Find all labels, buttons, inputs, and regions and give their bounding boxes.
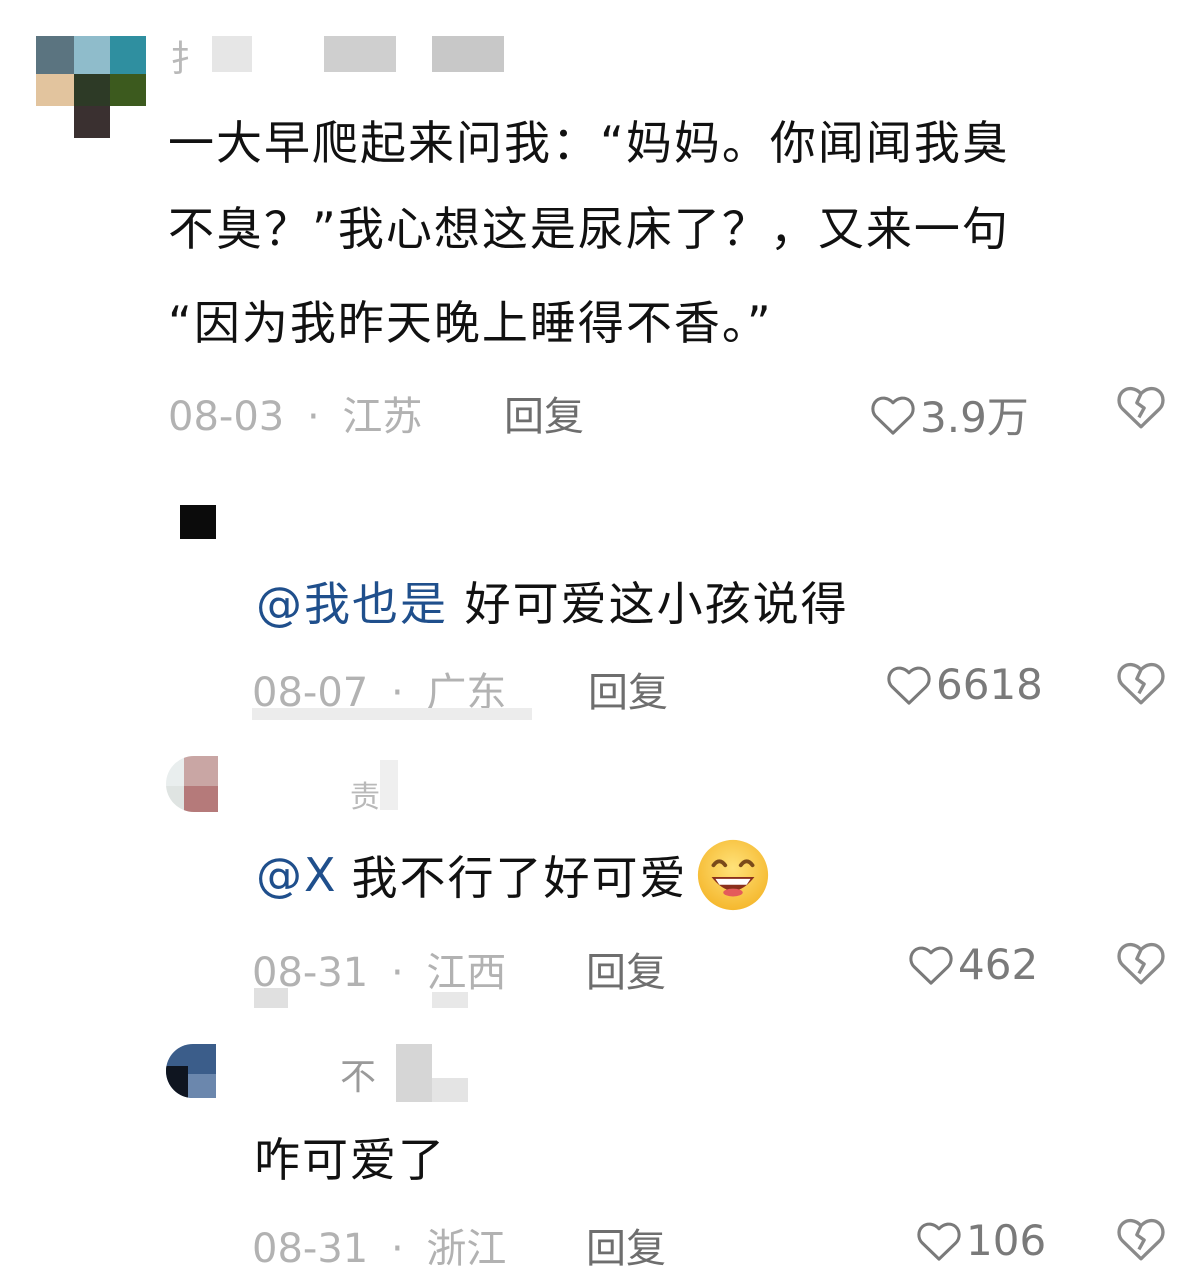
heart-outline-icon <box>917 1222 961 1261</box>
comment-date: 08-31 <box>252 1226 369 1272</box>
reply-text: @X 我不行了好可爱 <box>256 836 772 914</box>
heart-outline-icon <box>871 396 915 435</box>
broken-heart-icon[interactable] <box>1116 660 1166 706</box>
avatar[interactable] <box>166 1044 216 1098</box>
reply-button[interactable]: 回复 <box>586 940 666 998</box>
blurred-username <box>380 760 398 810</box>
like-button[interactable]: 6618 <box>886 660 1043 709</box>
avatar[interactable] <box>180 505 216 539</box>
comment-text: 好可爱这小孩说得 <box>464 577 849 631</box>
mention-link[interactable]: @X <box>256 848 338 902</box>
comment-date: 08-03 <box>168 394 285 440</box>
like-count: 106 <box>966 1216 1047 1265</box>
comment-text: 咋可爱了 <box>254 1133 446 1187</box>
mention-link[interactable]: @我也是 <box>256 577 448 631</box>
username[interactable]: 扌 <box>170 30 206 82</box>
blurred-artifact <box>432 992 468 1008</box>
blurred-artifact <box>252 708 532 720</box>
blurred-username <box>324 36 396 72</box>
meta-separator: · <box>390 950 404 996</box>
like-button[interactable]: 462 <box>908 940 1038 989</box>
reply-button[interactable]: 回复 <box>586 1216 666 1274</box>
blurred-username <box>396 1044 432 1102</box>
comment-text-line: 不臭？”我心想这是尿床了？，又来一句 <box>168 202 1010 256</box>
heart-outline-icon <box>909 946 953 985</box>
meta-separator: · <box>306 394 320 440</box>
like-count: 462 <box>958 940 1039 989</box>
broken-heart-icon[interactable] <box>1116 384 1166 430</box>
blurred-artifact <box>254 988 288 1008</box>
comment-text-line: “因为我昨天晚上睡得不香。” <box>168 296 773 350</box>
grinning-face-emoji-icon <box>697 839 768 911</box>
like-count: 3.9万 <box>920 393 1029 442</box>
broken-heart-icon[interactable] <box>1116 1216 1166 1262</box>
like-button[interactable]: 3.9万 <box>870 384 1029 445</box>
comment-meta: 08-03 · 江苏 <box>168 384 422 442</box>
like-button[interactable]: 106 <box>916 1216 1046 1265</box>
blurred-username <box>432 1078 468 1102</box>
comment-meta: 08-31 · 江西 <box>252 940 506 998</box>
reply-text: @我也是 好可爱这小孩说得 <box>256 568 849 634</box>
like-count: 6618 <box>936 660 1043 709</box>
avatar[interactable] <box>166 756 218 812</box>
comment-text: 我不行了好可爱 <box>351 851 688 905</box>
broken-heart-icon[interactable] <box>1116 940 1166 986</box>
reply-button[interactable]: 回复 <box>588 660 668 718</box>
avatar[interactable] <box>36 36 146 138</box>
username[interactable]: 责 <box>350 772 380 816</box>
blurred-username <box>212 36 252 72</box>
reply-button[interactable]: 回复 <box>504 384 584 442</box>
heart-outline-icon <box>887 666 931 705</box>
meta-separator: · <box>390 1226 404 1272</box>
blurred-username <box>432 36 504 72</box>
comment-meta: 08-31 · 浙江 <box>252 1216 506 1274</box>
comment-region: 浙江 <box>426 1226 507 1272</box>
comment-region: 江苏 <box>342 394 423 440</box>
reply-text: 咋可爱了 <box>254 1124 446 1190</box>
comment-region: 江西 <box>426 950 507 996</box>
username[interactable]: 不 <box>340 1048 376 1100</box>
